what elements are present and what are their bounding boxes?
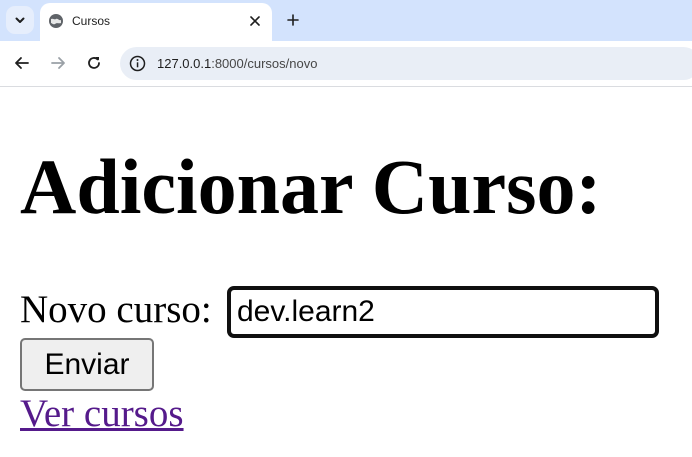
browser-tabstrip: Cursos <box>0 0 692 41</box>
forward-button[interactable] <box>47 52 69 74</box>
browser-tab-active[interactable]: Cursos <box>40 3 272 41</box>
tab-search-button[interactable] <box>6 6 34 34</box>
info-icon[interactable] <box>129 55 146 72</box>
back-button[interactable] <box>11 52 33 74</box>
chevron-down-icon <box>15 17 25 23</box>
course-name-input[interactable] <box>227 286 659 338</box>
plus-icon <box>287 14 299 26</box>
view-courses-link[interactable]: Ver cursos <box>20 391 184 437</box>
reload-icon <box>88 57 100 69</box>
tab-close-button[interactable] <box>246 12 264 30</box>
arrow-right-icon <box>51 57 65 69</box>
new-tab-button[interactable] <box>282 9 304 31</box>
address-bar[interactable]: 127.0.0.1:8000/cursos/novo <box>120 47 692 80</box>
tab-title: Cursos <box>72 14 111 28</box>
url-host: 127.0.0.1 <box>157 56 212 71</box>
browser-toolbar: 127.0.0.1:8000/cursos/novo <box>0 41 692 87</box>
course-label: Novo curso: <box>20 288 212 331</box>
url-path: :8000/cursos/novo <box>211 56 318 71</box>
submit-button[interactable]: Enviar <box>20 338 154 391</box>
globe-icon <box>49 14 63 28</box>
reload-button[interactable] <box>83 52 105 74</box>
close-icon <box>250 16 260 26</box>
address-url[interactable]: 127.0.0.1:8000/cursos/novo <box>157 55 317 72</box>
page-title: Adicionar Curso: <box>20 143 602 230</box>
arrow-left-icon <box>15 57 29 69</box>
